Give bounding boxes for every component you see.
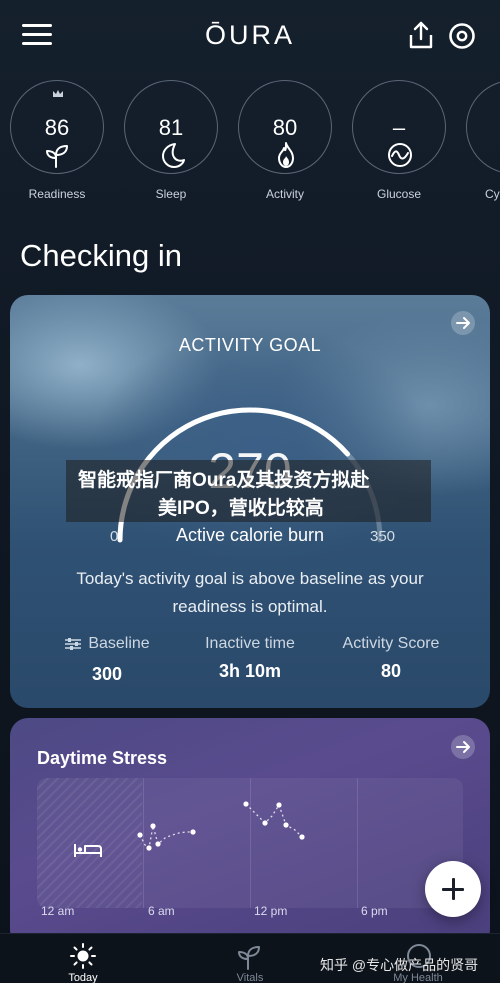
- activity-stats: Baseline 300 Inactive time 3h 10m Activi…: [10, 635, 490, 685]
- score-rings: 86 Readiness 81 Sleep 80 Activity – Gluc…: [0, 78, 500, 208]
- activity-goal-title: ACTIVITY GOAL: [178, 335, 322, 355]
- stat-activity-score-label: Activity Score: [342, 635, 440, 652]
- sprout-icon: [238, 946, 260, 970]
- tick-label: 6 pm: [361, 904, 388, 918]
- ring-device-icon[interactable]: [448, 22, 476, 50]
- tick-label: 6 am: [148, 904, 175, 918]
- moon-icon: [162, 143, 185, 168]
- nav-today[interactable]: Today: [33, 942, 133, 983]
- tick-label: 12 pm: [254, 904, 288, 918]
- news-banner-line1: 智能戒指厂商Oura及其投资方拟赴: [78, 470, 370, 491]
- glucose-icon: [388, 143, 412, 167]
- stat-baseline: Baseline 300: [32, 635, 182, 685]
- gauge-label: Active calorie burn: [175, 525, 325, 545]
- stat-inactive-label: Inactive time: [205, 635, 295, 652]
- stat-inactive-time: Inactive time 3h 10m: [175, 635, 325, 682]
- readiness-value: 86: [44, 115, 70, 140]
- daytime-stress-card[interactable]: Daytime Stress 12 am 6 am 12 pm 6 pm: [10, 718, 490, 948]
- share-icon[interactable]: [407, 20, 435, 50]
- nav-vitals[interactable]: Vitals: [200, 942, 300, 983]
- stress-title: Daytime Stress: [37, 748, 168, 768]
- glucose-score[interactable]: – Glucose: [351, 80, 447, 201]
- crown-icon: [53, 90, 63, 97]
- sleep-label: Sleep: [155, 187, 187, 201]
- activity-goal-description: Today's activity goal is above baseline …: [76, 569, 424, 616]
- stat-inactive-value: 3h 10m: [218, 661, 282, 681]
- watermark-text: 知乎 @专心做产品的贤哥: [320, 957, 479, 973]
- sprout-icon: [46, 145, 68, 168]
- news-banner-line2: 美IPO，营收比较高: [158, 498, 324, 519]
- glucose-label: Glucose: [376, 187, 422, 201]
- nav-vitals-label: Vitals: [236, 972, 264, 983]
- section-title: Checking in: [20, 238, 182, 273]
- stat-baseline-value: 300: [91, 664, 123, 684]
- flame-icon: [278, 142, 294, 168]
- readiness-label: Readiness: [28, 187, 86, 201]
- stress-plot: [137, 801, 305, 851]
- app-screen: ŌURA 86 Readiness 81 Sleep 80 Activity –…: [0, 0, 500, 983]
- sliders-icon: [65, 638, 82, 650]
- sleep-score[interactable]: 81 Sleep: [123, 80, 219, 201]
- add-button[interactable]: [425, 861, 481, 917]
- stat-activity-score: Activity Score 80: [316, 635, 466, 682]
- activity-label: Activity: [265, 187, 304, 201]
- stat-baseline-label: Baseline: [88, 635, 150, 652]
- stat-activity-score-value: 80: [380, 661, 402, 681]
- activity-value: 80: [272, 115, 298, 140]
- nav-today-label: Today: [68, 972, 98, 983]
- sun-icon: [70, 943, 96, 969]
- glucose-value: –: [392, 115, 406, 140]
- tick-label: 12 am: [41, 904, 75, 918]
- cycle-label: Cy: [485, 187, 500, 201]
- arrow-right-icon[interactable]: [450, 734, 476, 760]
- top-bar: ŌURA: [0, 0, 500, 72]
- cycle-score[interactable]: Cy: [465, 80, 500, 201]
- arrow-right-icon[interactable]: [450, 310, 476, 336]
- sleep-value: 81: [158, 115, 184, 140]
- readiness-score[interactable]: 86 Readiness: [9, 80, 105, 201]
- activity-score[interactable]: 80 Activity: [237, 80, 333, 201]
